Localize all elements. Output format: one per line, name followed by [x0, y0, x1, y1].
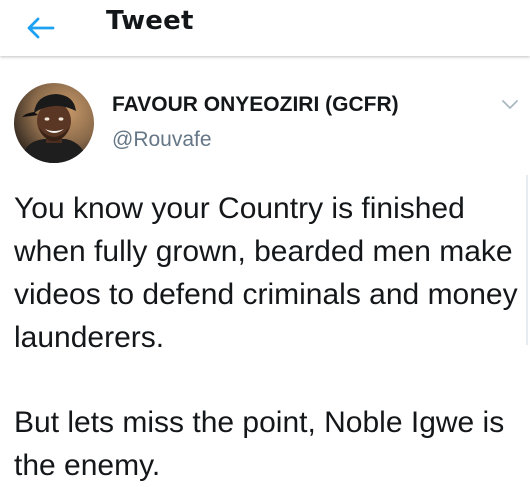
top-bar: Tweet — [0, 0, 530, 56]
chevron-down-icon — [502, 100, 518, 109]
arrow-left-icon — [27, 17, 55, 39]
author-handle[interactable]: @Rouvafe — [112, 128, 212, 152]
tweet-text: You know your Country is finished when f… — [14, 187, 526, 487]
author-name[interactable]: FAVOUR ONYEOZIRI (GCFR) — [112, 93, 399, 117]
back-button[interactable] — [20, 10, 60, 46]
scroll-edge — [526, 175, 528, 345]
page-title: Tweet — [106, 6, 194, 36]
tweet-paragraph: You know your Country is finished when f… — [14, 192, 518, 354]
tweet-paragraph: But lets miss the point, Noble Igwe is t… — [14, 406, 505, 482]
avatar[interactable] — [14, 83, 94, 163]
tweet-menu-button[interactable] — [498, 95, 522, 115]
